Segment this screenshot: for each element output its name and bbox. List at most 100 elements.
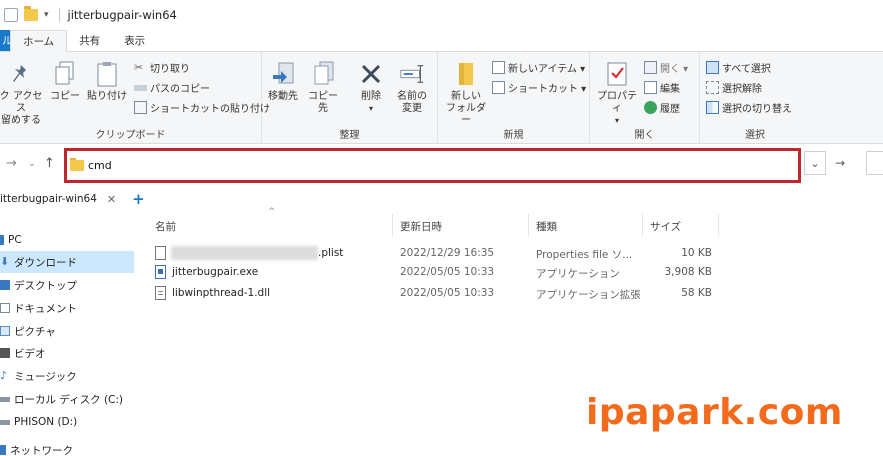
download-icon: ⬇ <box>0 255 10 268</box>
column-name[interactable]: 名前 <box>155 219 176 234</box>
tab-view[interactable]: 表示 <box>112 30 157 51</box>
file-row[interactable]: libwinpthread-1.dll 2022/05/05 10:33 アプリ… <box>152 284 722 303</box>
nav-item-label: ドキュメント <box>14 302 77 315</box>
properties-quick-icon[interactable] <box>4 8 18 22</box>
nav-item-desktop[interactable]: デスクトップ <box>0 274 134 296</box>
new-folder-button[interactable]: 新しい フォルダー <box>444 60 488 127</box>
select-none-button[interactable]: 選択解除 <box>706 80 762 95</box>
nav-item-label: ミュージック <box>14 370 77 383</box>
file-date: 2022/05/05 10:33 <box>400 287 495 299</box>
column-divider[interactable] <box>392 214 393 236</box>
invert-selection-label: 選択の切り替え <box>722 104 792 115</box>
nav-item-label: ネットワーク <box>10 444 73 456</box>
clipboard-group: ク アクセス 留めする コピー 貼り付け ✂ 切り取り パスのコピー ショートカ… <box>0 52 270 144</box>
file-row[interactable]: jitterbugpair.exe 2022/05/05 10:33 アプリケー… <box>152 263 722 282</box>
ribbon: ク アクセス 留めする コピー 貼り付け ✂ 切り取り パスのコピー ショートカ… <box>0 52 883 144</box>
move-to-icon <box>270 60 296 88</box>
properties-button[interactable]: プロパティ ▾ <box>594 60 640 127</box>
paste-shortcut-button[interactable]: ショートカットの貼り付け <box>134 100 270 115</box>
nav-item-downloads[interactable]: ⬇ ダウンロード <box>0 251 134 273</box>
pc-icon <box>0 235 4 245</box>
customize-chevron-icon[interactable]: ▾ <box>44 10 49 20</box>
copy-to-label: コピー先 <box>308 91 338 114</box>
exe-icon <box>155 265 166 279</box>
address-dropdown-chevron-icon[interactable]: ⌄ <box>804 151 826 175</box>
new-folder-quick-icon[interactable] <box>24 6 38 21</box>
new-item-button[interactable]: 新しいアイテム ▾ <box>492 60 585 75</box>
nav-item-phison[interactable]: PHISON (D:) <box>0 411 134 433</box>
tab-share[interactable]: 共有 <box>67 30 112 51</box>
tab-file[interactable]: ル <box>0 30 10 51</box>
folder-tab-strip: itterbugpair-win64 ✕ + <box>0 186 883 212</box>
address-bar[interactable]: cmd <box>64 148 801 183</box>
delete-button[interactable]: 削除 ▾ <box>356 60 386 115</box>
delete-label: 削除 <box>361 91 381 102</box>
paste-button[interactable]: 貼り付け <box>86 60 128 103</box>
paste-icon <box>94 60 120 88</box>
nav-item-network[interactable]: ネットワーク <box>0 439 134 456</box>
scissors-icon: ✂ <box>134 61 144 74</box>
column-divider[interactable] <box>718 214 719 236</box>
recent-chevron-icon[interactable]: ⌄ <box>28 159 36 169</box>
new-folder-label-2: フォルダー <box>446 103 486 126</box>
new-tab-plus-icon[interactable]: + <box>132 190 145 208</box>
watermark-text: ipapark.com <box>586 392 843 433</box>
move-to-button[interactable]: 移動先 <box>266 60 300 103</box>
select-none-label: 選択解除 <box>722 84 762 95</box>
nav-item-pictures[interactable]: ピクチャ <box>0 320 134 342</box>
search-box[interactable] <box>866 151 883 175</box>
nav-item-local-disk[interactable]: ローカル ディスク (C:) <box>0 388 134 410</box>
file-row[interactable]: .plist 2022/12/29 16:35 Properties file … <box>152 244 722 263</box>
rename-label-2: 変更 <box>402 103 422 114</box>
copy-to-button[interactable]: コピー先 <box>304 60 342 115</box>
cut-button[interactable]: ✂ 切り取り <box>134 60 190 75</box>
column-divider[interactable] <box>642 214 643 236</box>
easy-access-button[interactable]: ショートカット ▾ <box>492 80 586 95</box>
go-arrow-icon[interactable]: → <box>829 151 851 175</box>
nav-item-music[interactable]: ♪ ミュージック <box>0 365 134 387</box>
up-arrow-icon[interactable]: ↑ <box>44 156 55 171</box>
copy-path-button[interactable]: パスのコピー <box>134 80 210 95</box>
close-tab-icon[interactable]: ✕ <box>107 193 116 206</box>
forward-arrow-icon[interactable]: → <box>6 156 17 171</box>
nav-item-label: ビデオ <box>14 347 46 360</box>
delete-chevron-icon[interactable]: ▾ <box>369 103 373 115</box>
folder-tab[interactable]: itterbugpair-win64 ✕ <box>0 187 123 211</box>
open-button[interactable]: 開く ▾ <box>644 60 688 75</box>
paste-shortcut-label: ショートカットの貼り付け <box>150 104 270 115</box>
open-group-label: 開く <box>634 130 655 141</box>
shortcut-label: ショートカット ▾ <box>508 84 587 95</box>
cut-label: 切り取り <box>150 64 190 75</box>
column-type[interactable]: 種類 <box>536 219 557 234</box>
rename-label-1: 名前の <box>397 91 427 102</box>
invert-selection-button[interactable]: 選択の切り替え <box>706 100 792 115</box>
edit-button[interactable]: 編集 <box>644 80 680 95</box>
rename-button[interactable]: 名前の 変更 <box>392 60 432 115</box>
videos-icon <box>0 348 10 358</box>
copy-button[interactable]: コピー <box>50 60 80 103</box>
nav-item-label: PC <box>8 234 22 246</box>
select-all-button[interactable]: すべて選択 <box>706 60 771 75</box>
address-input[interactable]: cmd <box>88 159 112 172</box>
column-divider[interactable] <box>528 214 529 236</box>
nav-item-label: ピクチャ <box>14 325 56 338</box>
nav-item-pc[interactable]: PC <box>0 229 134 251</box>
select-group: すべて選択 選択解除 選択の切り替え 選択 <box>700 52 810 144</box>
column-size[interactable]: サイズ <box>650 219 681 234</box>
copy-path-icon <box>134 84 147 91</box>
nav-item-label: PHISON (D:) <box>14 416 78 428</box>
history-button[interactable]: 履歴 <box>644 100 680 115</box>
file-name: jitterbugpair.exe <box>172 266 259 278</box>
redacted-filename <box>171 246 318 260</box>
pin-label-1: ク アクセス <box>0 91 43 114</box>
open-icon <box>644 61 657 74</box>
column-date[interactable]: 更新日時 <box>400 219 442 234</box>
copy-to-icon <box>310 60 336 88</box>
history-label: 履歴 <box>660 104 680 115</box>
clipboard-group-label: クリップボード <box>95 130 166 141</box>
copy-label: コピー <box>50 91 80 102</box>
tab-home[interactable]: ホーム <box>10 30 68 52</box>
pin-quick-access-button[interactable]: ク アクセス 留めする <box>0 60 46 127</box>
nav-item-videos[interactable]: ビデオ <box>0 342 134 364</box>
nav-item-documents[interactable]: ドキュメント <box>0 297 134 319</box>
